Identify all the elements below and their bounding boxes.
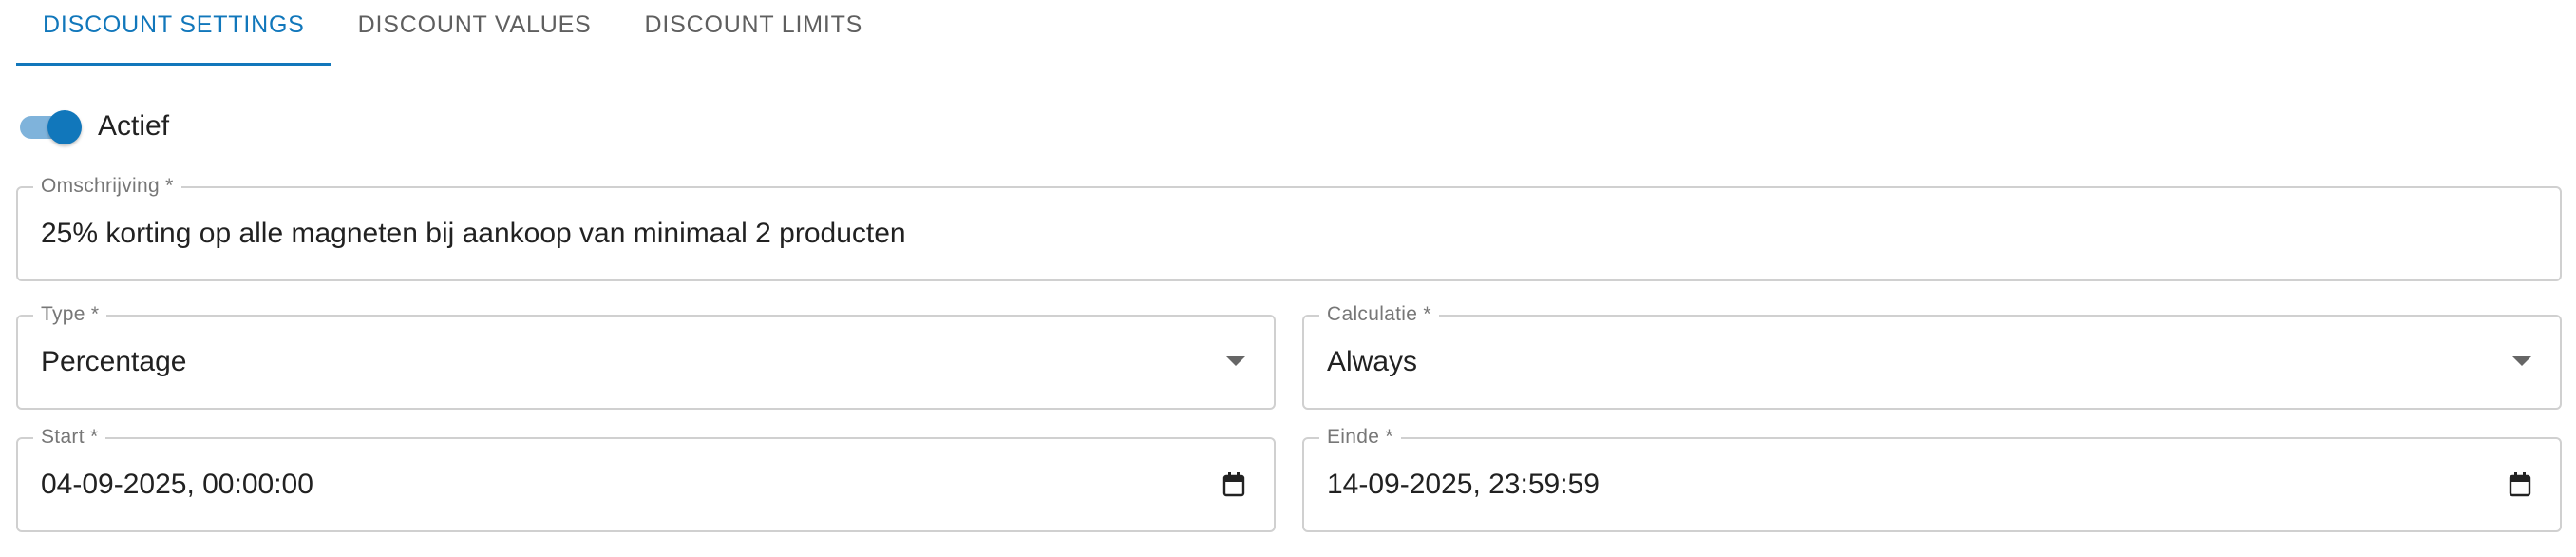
description-value: 25% korting op alle magneten bij aankoop… — [41, 218, 906, 249]
end-date-field[interactable]: Einde * 14-09-2025, 23:59:59 — [1302, 426, 2562, 532]
tab-discount-values[interactable]: DISCOUNT VALUES — [331, 0, 618, 64]
active-toggle-row: Actief — [16, 106, 169, 146]
caret-down-icon[interactable] — [2512, 317, 2531, 408]
switch-thumb — [47, 110, 82, 144]
description-field[interactable]: Omschrijving * 25% korting op alle magne… — [16, 175, 2562, 281]
end-value: 14-09-2025, 23:59:59 — [1327, 469, 1600, 500]
active-switch[interactable] — [16, 106, 82, 146]
type-value: Percentage — [41, 346, 187, 377]
calculation-value: Always — [1327, 346, 1418, 377]
start-value: 04-09-2025, 00:00:00 — [41, 469, 313, 500]
tab-discount-limits[interactable]: DISCOUNT LIMITS — [618, 0, 890, 64]
type-select[interactable]: Type * Percentage — [16, 303, 1276, 410]
tab-discount-settings[interactable]: DISCOUNT SETTINGS — [16, 0, 331, 66]
start-date-field[interactable]: Start * 04-09-2025, 00:00:00 — [16, 426, 1276, 532]
tab-bar: DISCOUNT SETTINGS DISCOUNT VALUES DISCOU… — [16, 0, 889, 66]
active-label: Actief — [98, 110, 170, 142]
calendar-icon[interactable] — [2509, 439, 2531, 530]
calendar-icon[interactable] — [1222, 439, 1245, 530]
caret-down-icon[interactable] — [1226, 317, 1245, 408]
calculation-select[interactable]: Calculatie * Always — [1302, 303, 2562, 410]
